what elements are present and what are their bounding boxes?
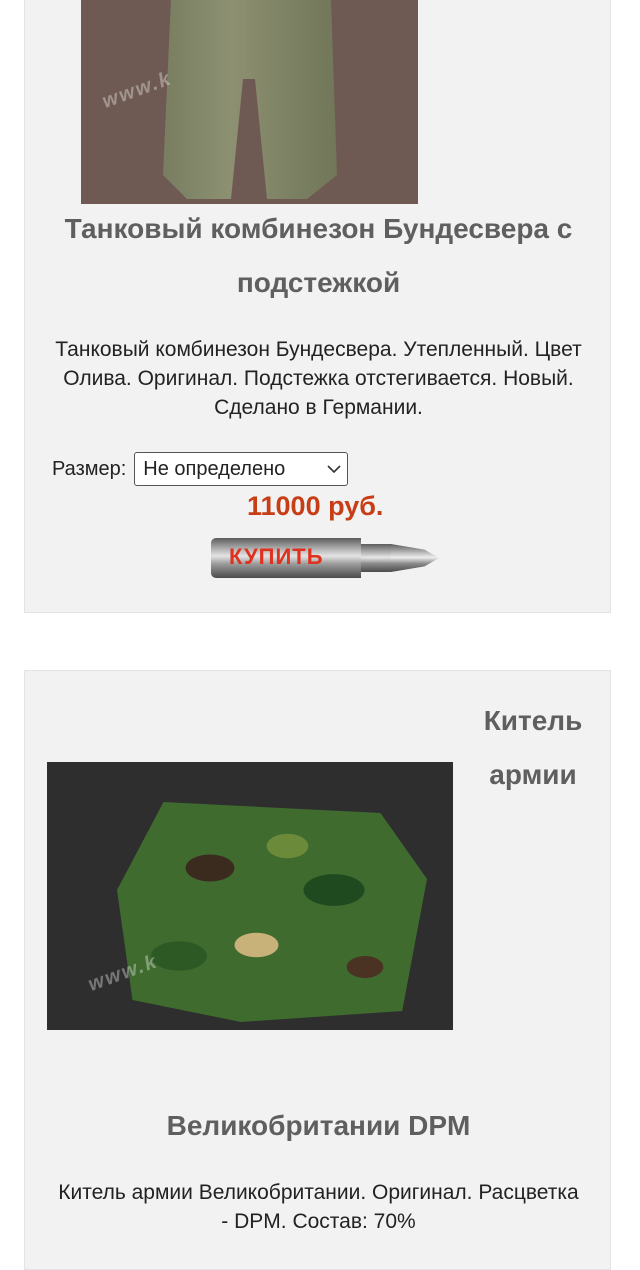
camo-jacket-photo [117,802,427,1022]
product-title-bottom[interactable]: Великобритании DPM [45,1099,592,1153]
size-selector-row: Размер: Не определено [52,452,349,486]
product-description: Танковый комбинезон Бундесвера. Утепленн… [55,338,582,419]
product-image[interactable]: www.k [81,0,418,204]
chevron-down-icon [327,465,341,474]
buy-button-label: КУПИТЬ [229,544,324,569]
product-title-top[interactable]: Китель армии [473,694,593,802]
bullet-tip [391,544,439,572]
product-price: 11000 руб. [247,491,384,521]
image-watermark: www.k [99,67,176,113]
overall-photo [163,0,337,199]
size-select-value: Не определено [143,457,286,480]
buy-button[interactable]: КУПИТЬ [211,535,439,581]
product-title[interactable]: Танковый комбинезон Бундесвера с подстеж… [45,202,592,310]
product-card: www.k Танковый комбинезон Бундесвера с п… [24,0,611,613]
size-label: Размер: [52,457,127,480]
size-select[interactable]: Не определено [134,452,349,486]
bullet-neck [361,544,391,572]
product-card: Китель армии www.k Великобритании DPM Ки… [24,670,611,1270]
product-image[interactable]: www.k [47,762,453,1030]
product-description: Китель армии Великобритании. Оригинал. Р… [58,1181,579,1233]
